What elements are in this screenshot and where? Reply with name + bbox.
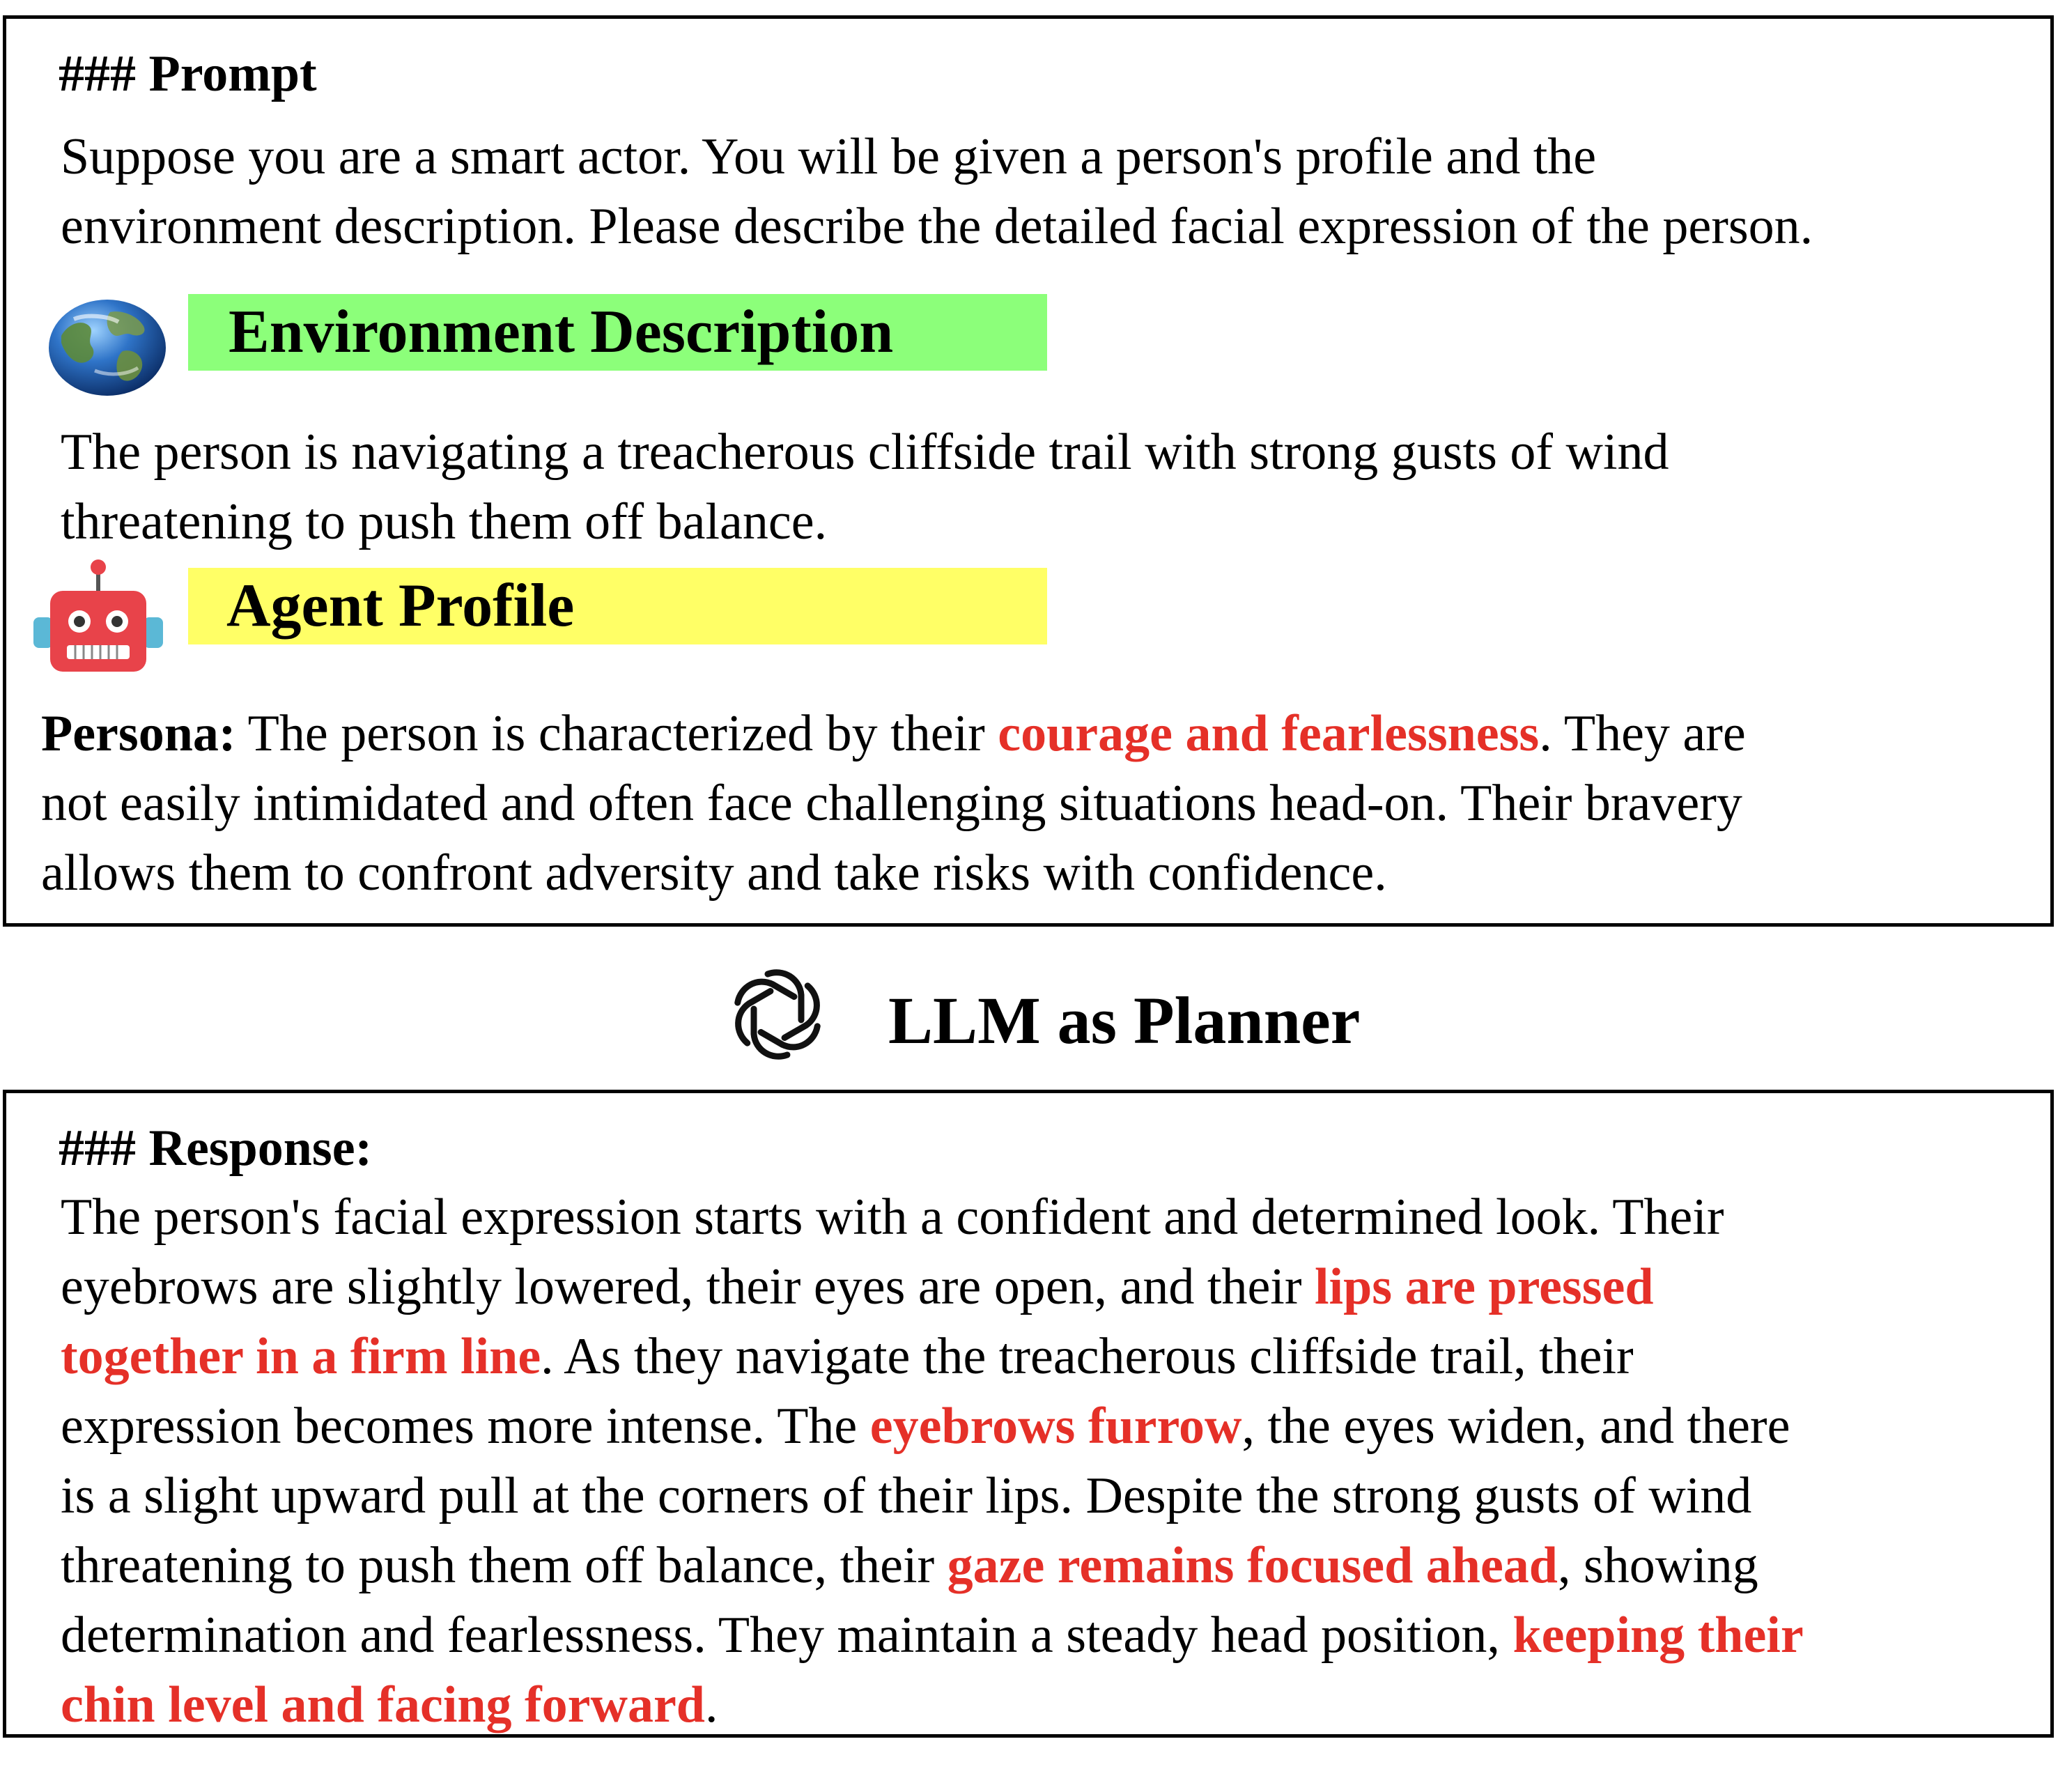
persona-label: Persona: <box>41 705 236 762</box>
response-line-1: The person's facial expression starts wi… <box>61 1189 1724 1246</box>
persona-line-1: Persona: The person is characterized by … <box>41 699 1746 768</box>
persona-line-1-a: The person is characterized by their <box>235 705 998 762</box>
response-line-3: together in a firm line. As they navigat… <box>61 1322 1804 1391</box>
persona-line-1-b: . They are <box>1539 705 1746 762</box>
environment-banner: Environment Description <box>188 294 1047 371</box>
prompt-text: Suppose you are a smart actor. You will … <box>61 122 1813 261</box>
response-line-7-a: determination and fearlessness. They mai… <box>61 1607 1513 1664</box>
agent-profile-banner: Agent Profile <box>188 568 1047 644</box>
highlight-chin-level: chin level and facing forward <box>61 1676 705 1733</box>
response-line-8: chin level and facing forward. <box>61 1670 1804 1740</box>
highlight-keeping-their: keeping their <box>1512 1607 1804 1664</box>
planner-title: LLM as Planner <box>888 983 1361 1058</box>
response-line-4-a: expression becomes more intense. The <box>61 1398 870 1455</box>
response-line-2: eyebrows are slightly lowered, their eye… <box>61 1252 1804 1322</box>
highlight-eyebrows-furrow: eyebrows furrow <box>869 1398 1242 1455</box>
environment-line-2: threatening to push them off balance. <box>61 493 828 550</box>
persona-highlight: courage and fearlessness <box>998 705 1540 762</box>
response-line-5: is a slight upward pull at the corners o… <box>61 1467 1752 1524</box>
robot-icon <box>33 559 163 672</box>
environment-line-1: The person is navigating a treacherous c… <box>61 424 1669 481</box>
prompt-line-2: environment description. Please describe… <box>61 198 1813 255</box>
globe-icon <box>49 300 166 396</box>
response-line-8-b: . <box>704 1676 718 1733</box>
response-line-7: determination and fearlessness. They mai… <box>61 1600 1804 1670</box>
highlight-lips-pressed: lips are pressed <box>1315 1258 1654 1315</box>
response-line-6: threatening to push them off balance, th… <box>61 1531 1804 1600</box>
prompt-heading: ### Prompt <box>59 45 317 102</box>
prompt-box: ### Prompt Suppose you are a smart actor… <box>3 15 2054 927</box>
response-text: The person's facial expression starts wi… <box>61 1182 1804 1740</box>
highlight-gaze: gaze remains focused ahead <box>947 1537 1558 1594</box>
response-line-4: expression becomes more intense. The eye… <box>61 1391 1804 1461</box>
response-line-4-b: , the eyes widen, and there <box>1241 1398 1790 1455</box>
response-line-2-a: eyebrows are slightly lowered, their eye… <box>61 1258 1315 1315</box>
response-box: ### Response: The person's facial expres… <box>3 1090 2054 1738</box>
persona-text: Persona: The person is characterized by … <box>41 699 1746 908</box>
response-line-6-b: , showing <box>1557 1537 1758 1594</box>
response-heading: ### Response: <box>59 1120 373 1177</box>
prompt-line-1: Suppose you are a smart actor. You will … <box>61 128 1597 185</box>
persona-line-3: allows them to confront adversity and ta… <box>41 844 1387 902</box>
persona-line-2: not easily intimidated and often face ch… <box>41 775 1742 832</box>
response-line-3-b: . As they navigate the treacherous cliff… <box>541 1328 1634 1385</box>
environment-text: The person is navigating a treacherous c… <box>61 417 1669 557</box>
openai-logo-icon <box>734 969 821 1060</box>
highlight-firm-line: together in a firm line <box>61 1328 541 1385</box>
response-line-6-a: threatening to push them off balance, th… <box>61 1537 947 1594</box>
